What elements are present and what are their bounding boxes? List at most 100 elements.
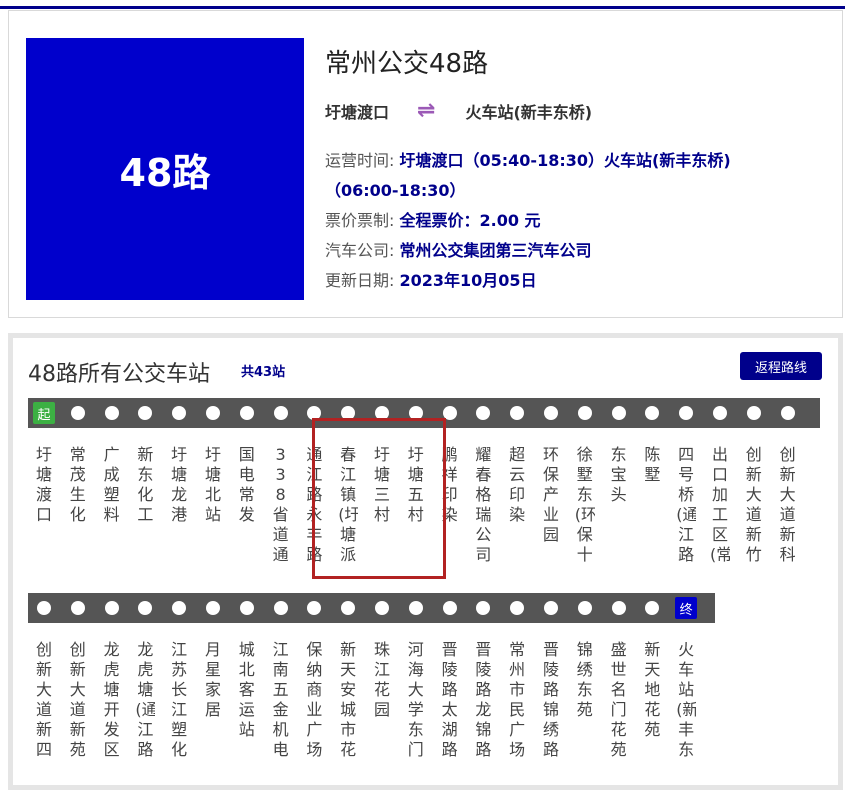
end-tag: 终 — [675, 597, 698, 619]
route-info-card: 48路 常州公交48路 圩塘渡口 ⇌ 火车站(新丰东桥) 运营时间: 圩塘渡口（… — [8, 10, 843, 318]
stop-dot — [172, 601, 187, 615]
station-name[interactable]: 新天地花苑 — [642, 640, 662, 760]
stop-dot — [239, 406, 254, 420]
station-name[interactable]: 火车站(新丰东 — [676, 640, 696, 760]
station-count: 共43站 — [241, 365, 286, 380]
station-name[interactable]: 圩塘龙港 — [169, 445, 189, 565]
return-route-button[interactable]: 返程路线 — [740, 352, 822, 380]
stop-dot — [442, 601, 457, 615]
station-name[interactable]: 圩塘渡口 — [34, 445, 54, 565]
info-value[interactable]: 常州公交集团第三汽车公司 — [400, 241, 592, 260]
station-name[interactable]: 保纳商业广场 — [304, 640, 324, 760]
station-name[interactable]: 龙虎塘开发区 — [102, 640, 122, 760]
stop-dot — [206, 406, 220, 420]
info-label: 更新日期: — [325, 271, 395, 290]
station-name[interactable]: 徐墅东(环保十 — [575, 445, 595, 565]
info-operating-hours: 运营时间: 圩塘渡口（05:40-18:30）火车站(新丰东桥) — [325, 151, 731, 171]
stop-dot — [544, 601, 558, 615]
info-update-date: 更新日期: 2023年10月05日 — [325, 271, 537, 291]
station-name[interactable]: 江苏长江塑化 — [169, 640, 189, 760]
swap-direction-icon: ⇌ — [417, 98, 436, 123]
stop-dot — [104, 406, 119, 420]
route-terminals: 圩塘渡口 ⇌ 火车站(新丰东桥) — [325, 99, 592, 123]
stop-dot — [70, 406, 85, 420]
info-value: 圩塘渡口（05:40-18:30）火车站(新丰东桥) — [399, 151, 731, 170]
terminal-to: 火车站(新丰东桥) — [465, 103, 593, 122]
stop-dot — [341, 601, 356, 615]
terminal-from: 圩塘渡口 — [325, 103, 390, 122]
station-name[interactable]: 创新大道新竹 — [744, 445, 764, 565]
station-name[interactable]: 创新大道新四 — [34, 640, 54, 760]
top-accent-bar — [0, 6, 845, 9]
info-label: 汽车公司: — [325, 241, 395, 260]
station-name[interactable]: 锦绣东苑 — [575, 640, 595, 760]
stop-dot — [172, 406, 187, 420]
stations-title: 48路所有公交车站 — [28, 362, 210, 387]
station-name[interactable]: 耀春格瑞公司 — [473, 445, 493, 565]
stop-dot — [611, 601, 626, 615]
stop-dot — [138, 406, 153, 420]
stop-dot — [206, 601, 220, 615]
station-name[interactable]: 超云印染 — [507, 445, 527, 565]
station-name[interactable]: 龙虎塘(通江路 — [135, 640, 155, 760]
station-name[interactable]: 广成塑料 — [102, 445, 122, 565]
station-name[interactable]: 城北客运站 — [237, 640, 257, 760]
stop-dot — [273, 601, 288, 615]
stop-dot — [577, 406, 592, 420]
station-name[interactable]: 晋陵路龙锦路 — [473, 640, 493, 760]
info-fare: 票价票制: 全程票价：2.00 元 — [325, 211, 541, 231]
stop-dot — [239, 601, 254, 615]
station-name[interactable]: 晋陵路太湖路 — [440, 640, 460, 760]
station-name[interactable]: 晋陵路锦绣路 — [541, 640, 561, 760]
station-name[interactable]: 江南五金机电 — [271, 640, 291, 760]
station-name[interactable]: 东宝头 — [609, 445, 629, 565]
info-operating-hours-cont: （06:00-18:30） — [325, 181, 466, 201]
station-name[interactable]: 圩塘北站 — [203, 445, 223, 565]
route-track-row2: 终 — [28, 593, 715, 623]
info-value: （06:00-18:30） — [325, 181, 466, 200]
stop-dot — [510, 601, 525, 615]
station-name[interactable]: 新天安城市花 — [338, 640, 358, 760]
stop-dot — [510, 406, 525, 420]
station-name[interactable]: 环保产业园 — [541, 445, 561, 565]
station-name[interactable]: 陈墅 — [642, 445, 662, 565]
station-name[interactable]: 创新大道新科 — [778, 445, 798, 565]
stop-dot — [645, 601, 660, 615]
stop-dot — [70, 601, 85, 615]
stop-dot — [408, 601, 423, 615]
stop-dot — [476, 406, 491, 420]
stop-dot — [713, 406, 727, 420]
stop-dot — [679, 406, 694, 420]
station-name[interactable]: 常茂生化 — [68, 445, 88, 565]
stop-dot — [138, 601, 153, 615]
info-label: 票价票制: — [325, 211, 395, 230]
stop-dot — [307, 601, 322, 615]
stop-dot — [375, 601, 389, 615]
station-name[interactable]: 新东化工 — [135, 445, 155, 565]
stop-dot — [611, 406, 626, 420]
station-name[interactable]: 国电常发 — [237, 445, 257, 565]
station-name[interactable]: 月星家居 — [203, 640, 223, 760]
stop-dot — [104, 601, 119, 615]
info-value: 2023年10月05日 — [399, 271, 537, 290]
stop-dot — [746, 406, 761, 420]
route-title: 常州公交48路 — [325, 49, 489, 79]
stop-dot — [37, 601, 51, 615]
stop-dot — [544, 406, 558, 420]
info-value: 全程票价：2.00 元 — [399, 211, 541, 230]
station-name[interactable]: 常州市民广场 — [507, 640, 527, 760]
station-name[interactable]: 盛世名门花苑 — [609, 640, 629, 760]
start-tag: 起 — [33, 402, 55, 424]
highlight-box — [312, 418, 446, 579]
station-name[interactable]: 创新大道新苑 — [68, 640, 88, 760]
stop-dot — [645, 406, 660, 420]
station-name[interactable]: 河海大学东门 — [406, 640, 426, 760]
route-badge: 48路 — [26, 38, 304, 300]
info-label: 运营时间: — [325, 151, 395, 170]
station-name[interactable]: 出口加工区(常 — [710, 445, 730, 565]
info-company: 汽车公司: 常州公交集团第三汽车公司 — [325, 241, 592, 261]
station-name[interactable]: 珠江花园 — [372, 640, 392, 760]
stop-dot — [476, 601, 491, 615]
station-name[interactable]: 四号桥(通江路 — [676, 445, 696, 565]
station-name[interactable]: 338省道通江路 — [271, 445, 291, 565]
